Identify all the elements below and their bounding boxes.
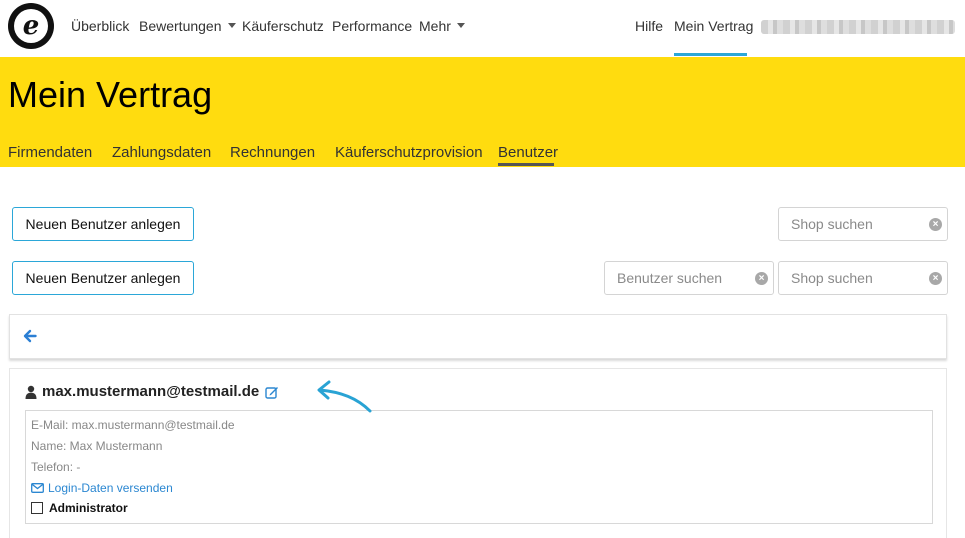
user-search-input[interactable] [617,270,737,286]
admin-option[interactable]: Administrator [31,501,128,515]
nav-item-reviews-label: Bewertungen [139,18,222,34]
user-search-field: × [604,261,774,295]
user-email-title: max.mustermann@testmail.de [42,383,260,400]
admin-label: Administrator [49,501,128,515]
new-user-button[interactable]: Neuen Benutzer anlegen [12,207,194,241]
send-login-link[interactable]: Login-Daten versenden [31,481,173,495]
nav-item-buyer-protection[interactable]: Käuferschutz [242,18,324,34]
brand-logo-mark: e [14,9,48,43]
brand-logo[interactable]: e [8,3,54,49]
tab-active-indicator [498,163,554,166]
top-navigation: e Überblick Bewertungen Käuferschutz Per… [0,0,965,57]
tab-buyer-protection-fee[interactable]: Käuferschutzprovision [335,144,483,161]
page-title: Mein Vertrag [8,74,213,115]
user-icon [25,385,37,399]
nav-item-more-label: Mehr [419,18,451,34]
tab-payment-data[interactable]: Zahlungsdaten [112,144,211,161]
edit-icon[interactable] [265,385,279,399]
clear-icon[interactable]: × [929,218,942,231]
user-card: max.mustermann@testmail.de E-Mail: max.m… [9,368,947,538]
nav-item-help[interactable]: Hilfe [635,18,663,34]
nav-active-indicator [674,53,747,56]
envelope-icon [31,483,44,493]
admin-checkbox[interactable] [31,502,43,514]
nav-item-performance[interactable]: Performance [332,18,412,34]
send-login-label: Login-Daten versenden [48,481,173,495]
user-name-line: Name: Max Mustermann [31,439,163,453]
user-phone-line: Telefon: - [31,460,81,474]
nav-item-my-contract[interactable]: Mein Vertrag [674,18,753,34]
user-email-line: E-Mail: max.mustermann@testmail.de [31,418,235,432]
back-panel [9,314,947,359]
account-menu-blurred[interactable] [761,20,955,34]
shop-search-input[interactable] [791,216,911,232]
clear-icon[interactable]: × [929,272,942,285]
chevron-down-icon [456,23,465,28]
nav-item-overview[interactable]: Überblick [71,18,129,34]
clear-icon[interactable]: × [755,272,768,285]
new-user-button-secondary[interactable]: Neuen Benutzer anlegen [12,261,194,295]
nav-item-more[interactable]: Mehr [419,18,465,34]
annotation-arrow [317,380,372,413]
shop-search-input-secondary[interactable] [791,270,911,286]
shop-search-field: × [778,207,948,241]
chevron-down-icon [227,23,236,28]
user-card-header: max.mustermann@testmail.de [25,383,279,400]
tab-company-data[interactable]: Firmendaten [8,144,92,161]
tab-invoices[interactable]: Rechnungen [230,144,315,161]
tab-users[interactable]: Benutzer [498,144,558,161]
shop-search-field-secondary: × [778,261,948,295]
arrow-left-icon[interactable] [23,329,37,343]
nav-item-reviews[interactable]: Bewertungen [139,18,236,34]
page-header: Mein Vertrag Firmendaten Zahlungsdaten R… [0,57,965,167]
user-details-box: E-Mail: max.mustermann@testmail.de Name:… [25,410,933,524]
